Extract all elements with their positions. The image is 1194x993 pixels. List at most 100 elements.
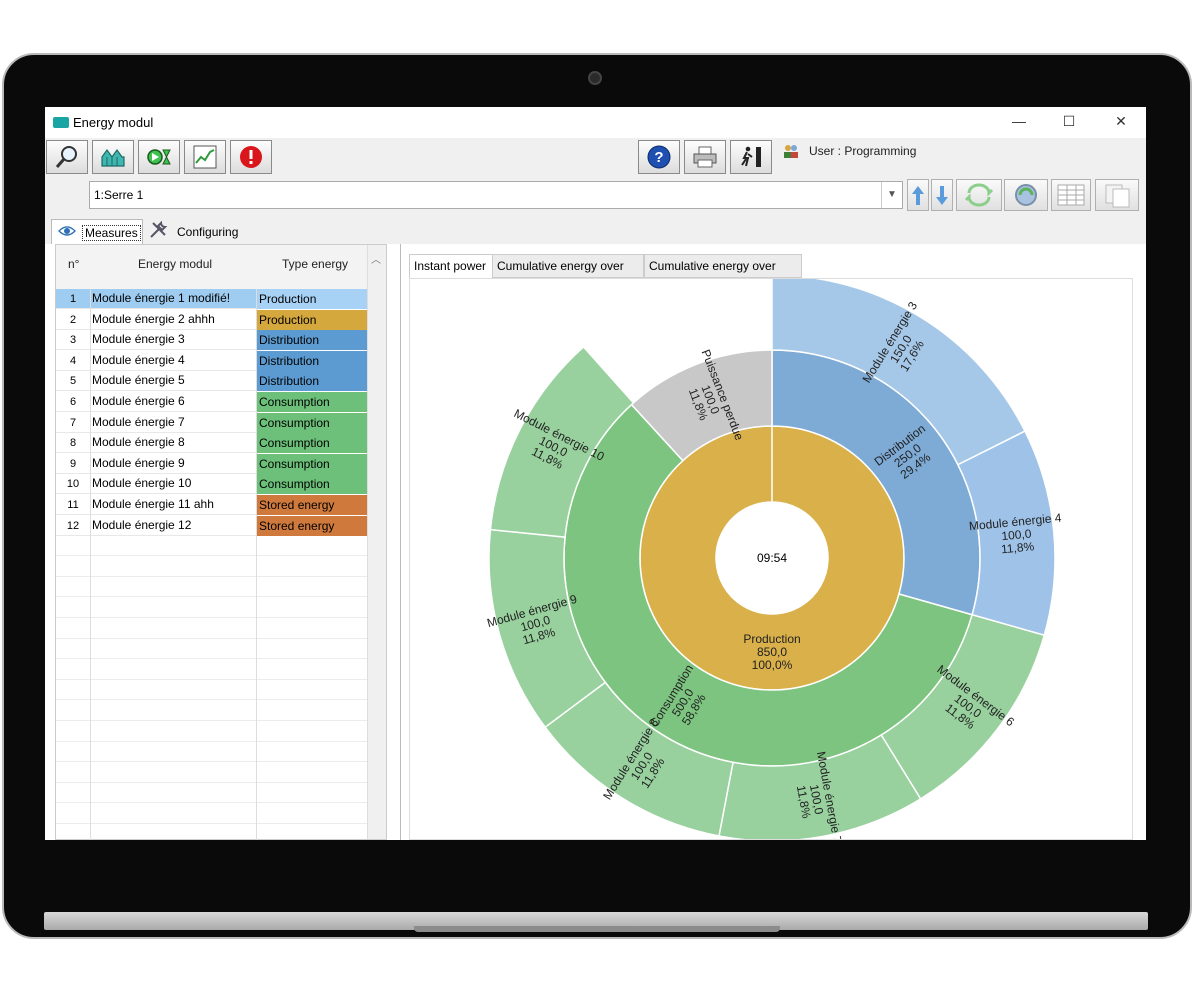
row-energy-type: Stored energy — [257, 495, 368, 515]
arrow-down-icon — [936, 186, 948, 205]
row-energy-type: Production — [257, 309, 368, 330]
row-energy-type: Consumption — [257, 433, 368, 454]
svg-text:?: ? — [654, 149, 663, 166]
row-number: 7 — [69, 416, 77, 429]
close-icon[interactable]: ✕ — [1111, 113, 1131, 130]
help-button[interactable]: ? — [638, 140, 680, 174]
table-view-button[interactable] — [1051, 179, 1091, 211]
table-row[interactable]: 11 Module énergie 11 ahh Stored energy — [56, 495, 368, 515]
row-number: 4 — [69, 354, 77, 367]
table-row[interactable]: 12 Module énergie 12 Stored energy — [56, 515, 368, 536]
minimize-icon[interactable]: — — [1009, 113, 1029, 129]
magnifier-icon — [55, 146, 77, 168]
empty-row — [56, 783, 368, 804]
sync-icon — [1015, 184, 1037, 206]
row-module-name: Module énergie 4 — [92, 352, 185, 367]
chart-icon — [193, 145, 217, 169]
users-icon — [784, 145, 798, 158]
greenhouse-button[interactable] — [92, 140, 134, 174]
table-header: n° Energy modul Type energy — [56, 245, 368, 290]
table-row[interactable]: 5 Module énergie 5 Distribution — [56, 371, 368, 392]
column-divider — [256, 289, 257, 840]
table-row[interactable]: 6 Module énergie 6 Consumption — [56, 392, 368, 412]
table-row[interactable]: 7 Module énergie 7 Consumption — [56, 412, 368, 433]
help-icon: ? — [647, 145, 671, 169]
sunburst-chart: Production 850,0 100,0%Distribution250,029… — [485, 279, 1062, 839]
column-header-n[interactable]: n° — [68, 257, 79, 271]
row-energy-type: Consumption — [257, 474, 368, 495]
table-row[interactable]: 1 Module énergie 1 modifié! Production — [56, 289, 368, 309]
pump-valve-button[interactable] — [138, 140, 180, 174]
row-module-name: Module énergie 12 — [92, 517, 192, 532]
tab-configuring[interactable]: Configuring — [145, 219, 245, 244]
row-number: 10 — [66, 478, 80, 491]
row-energy-type: Stored energy — [257, 515, 368, 536]
row-module-name: Module énergie 7 — [92, 414, 185, 429]
app-window: Energy modul — ☐ ✕ ? User: Programming … — [45, 107, 1146, 840]
tab-measures-label: Measures — [82, 225, 141, 241]
row-number: 11 — [67, 499, 79, 511]
tools-icon — [150, 221, 167, 238]
row-module-name: Module énergie 10 — [92, 476, 192, 491]
greenhouse-select[interactable]: 1:Serre 1 ▼ — [89, 181, 903, 209]
user-label: User : Programming — [809, 144, 917, 158]
copy-icon — [1105, 184, 1130, 208]
empty-row — [56, 701, 368, 721]
table-row[interactable]: 8 Module énergie 8 Consumption — [56, 433, 368, 454]
column-header-type[interactable]: Type energy — [282, 257, 348, 271]
move-up-button[interactable] — [907, 179, 929, 211]
chevron-down-icon[interactable]: ▼ — [881, 182, 902, 208]
toolbar: ? User : Programming — [45, 138, 1146, 178]
copy-button[interactable] — [1095, 179, 1139, 211]
sync-button[interactable] — [1004, 179, 1048, 211]
window-title: Energy modul — [73, 115, 154, 130]
table-row[interactable]: 10 Module énergie 10 Consumption — [56, 474, 368, 495]
tab-cumulative-24h[interactable]: Cumulative energy over 24h — [644, 254, 802, 295]
greenhouse-app-icon — [53, 117, 69, 128]
sunburst-chart-area: Production 850,0 100,0% Distribution250,029… — [409, 278, 1133, 840]
row-number: 6 — [69, 396, 77, 408]
maximize-icon[interactable]: ☐ — [1059, 113, 1079, 130]
scroll-up-icon[interactable]: ︿ — [371, 251, 381, 266]
row-number: 8 — [69, 437, 77, 450]
alert-icon — [240, 146, 262, 168]
row-module-name: Module énergie 1 modifié! — [92, 291, 231, 305]
row-number: 12 — [66, 519, 80, 532]
print-button[interactable] — [684, 140, 726, 174]
row-number: 9 — [69, 457, 77, 470]
energy-modules-table: n° Energy modul Type energy 1 Module éner… — [55, 244, 387, 840]
empty-row — [56, 619, 368, 639]
chart-button[interactable] — [184, 140, 226, 174]
row-number: 2 — [69, 313, 77, 326]
table-icon — [1057, 184, 1085, 206]
alarm-button[interactable] — [230, 140, 272, 174]
empty-row — [56, 577, 368, 598]
exit-icon — [741, 146, 761, 167]
refresh-button[interactable] — [956, 179, 1002, 211]
table-scrollbar[interactable]: ︿ — [367, 245, 386, 839]
row-energy-type: Distribution — [257, 350, 368, 371]
row-energy-type: Distribution — [257, 330, 368, 351]
row-energy-type: Distribution — [257, 371, 368, 392]
empty-row — [56, 722, 368, 742]
move-down-button[interactable] — [931, 179, 953, 211]
row-module-name: Module énergie 9 — [92, 455, 185, 470]
column-header-name[interactable]: Energy modul — [138, 257, 212, 271]
greenhouse-select-value: 1:Serre 1 — [94, 188, 144, 202]
tab-measures[interactable]: Measures — [51, 219, 143, 244]
row-energy-type: Consumption — [257, 412, 368, 433]
empty-row — [56, 660, 368, 680]
table-row[interactable]: 3 Module énergie 3 Distribution — [56, 330, 368, 351]
empty-row — [56, 804, 368, 824]
table-row[interactable]: 2 Module énergie 2 ahhh Production — [56, 309, 368, 330]
selector-bar: 1:Serre 1 ▼ — [45, 178, 1146, 214]
empty-row — [56, 557, 368, 577]
exit-button[interactable] — [730, 140, 772, 174]
table-row[interactable]: 9 Module énergie 9 Consumption — [56, 453, 368, 474]
tab-cumulative-1h[interactable]: Cumulative energy over 1h — [492, 254, 644, 295]
tab-instant-power[interactable]: Instant power — [409, 254, 493, 278]
search-button[interactable] — [46, 140, 88, 174]
empty-row — [56, 763, 368, 783]
table-row[interactable]: 4 Module énergie 4 Distribution — [56, 350, 368, 371]
main-tabs: Measures Configuring — [45, 214, 1146, 244]
